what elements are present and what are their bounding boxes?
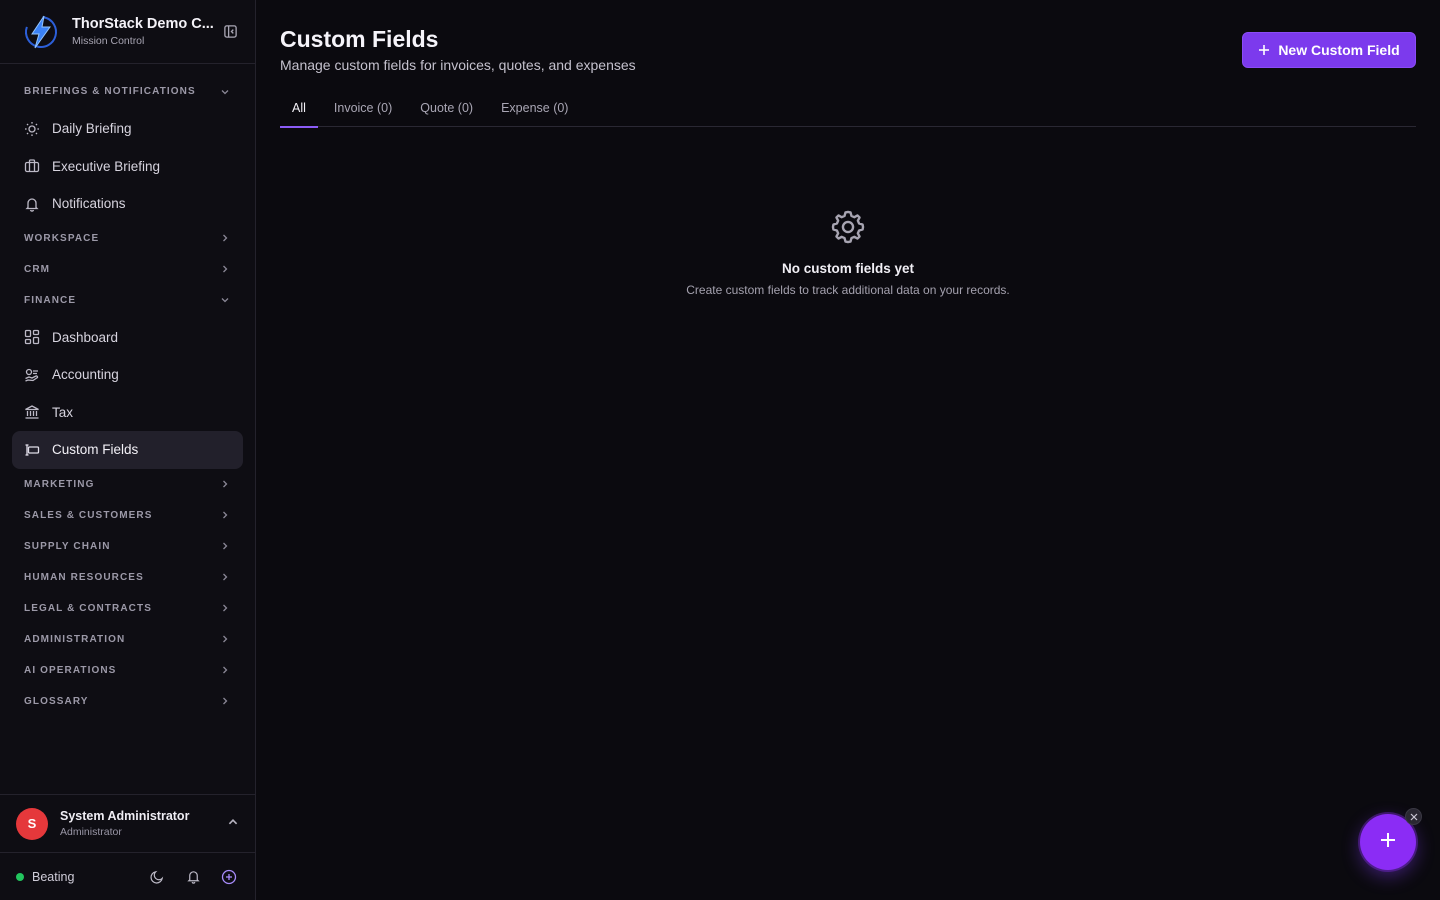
- sidebar-item-dashboard[interactable]: Dashboard: [12, 319, 243, 357]
- sidebar-item-executive-briefing[interactable]: Executive Briefing: [12, 148, 243, 186]
- sidebar-item-label: Custom Fields: [52, 442, 139, 458]
- tab-invoice[interactable]: Invoice (0): [322, 89, 404, 127]
- section-briefings[interactable]: BRIEFINGS & NOTIFICATIONS: [12, 76, 243, 107]
- tab-quote[interactable]: Quote (0): [408, 89, 485, 127]
- dashboard-icon: [24, 329, 40, 345]
- status-indicator: [16, 872, 24, 881]
- chevron-right-icon: [219, 509, 231, 521]
- section-sales-customers[interactable]: SALES & CUSTOMERS: [12, 500, 243, 531]
- sidebar-item-label: Dashboard: [52, 329, 119, 345]
- accounting-icon: [24, 367, 40, 383]
- user-menu[interactable]: S System Administrator Administrator: [0, 794, 255, 852]
- new-custom-field-label: New Custom Field: [1278, 42, 1400, 58]
- section-label: BRIEFINGS & NOTIFICATIONS: [24, 86, 196, 97]
- sidebar-item-label: Executive Briefing: [52, 158, 161, 174]
- sidebar-item-daily-briefing[interactable]: Daily Briefing: [12, 110, 243, 148]
- chevron-down-icon: [219, 294, 231, 306]
- sun-icon: [24, 121, 40, 137]
- collapse-sidebar-icon[interactable]: [221, 23, 239, 41]
- sidebar-item-label: Tax: [52, 404, 74, 420]
- section-label: LEGAL & CONTRACTS: [24, 602, 152, 614]
- sidebar-nav: BRIEFINGS & NOTIFICATIONS Daily Briefing…: [0, 64, 255, 900]
- section-label: SUPPLY CHAIN: [24, 540, 111, 552]
- gear-icon: [828, 207, 868, 247]
- sidebar-item-label: Accounting: [52, 367, 119, 383]
- new-custom-field-button[interactable]: New Custom Field: [1242, 32, 1416, 68]
- section-supply-chain[interactable]: SUPPLY CHAIN: [12, 531, 243, 562]
- tab-bar: All Invoice (0) Quote (0) Expense (0): [280, 89, 1416, 128]
- lightning-logo-icon: [22, 13, 60, 51]
- chevron-right-icon: [219, 602, 231, 614]
- page-title: Custom Fields: [280, 26, 439, 52]
- bell-icon[interactable]: [183, 867, 203, 887]
- chevron-up-icon[interactable]: [227, 815, 239, 833]
- chevron-right-icon: [219, 571, 231, 583]
- tab-expense[interactable]: Expense (0): [489, 89, 580, 127]
- chevron-right-icon: [219, 263, 231, 275]
- plus-circle-icon[interactable]: [219, 867, 239, 887]
- plus-icon: [1258, 44, 1270, 56]
- section-finance[interactable]: FINANCE: [12, 285, 243, 316]
- chevron-right-icon: [219, 633, 231, 645]
- plus-icon: [1378, 830, 1398, 855]
- sidebar-item-accounting[interactable]: Accounting: [12, 356, 243, 394]
- brand-header: ThorStack Demo C... Mission Control: [0, 0, 255, 64]
- avatar: S: [16, 807, 48, 840]
- close-icon[interactable]: [1405, 808, 1422, 825]
- empty-title: No custom fields yet: [781, 261, 915, 276]
- chevron-down-icon: [219, 86, 231, 98]
- sidebar-item-label: Notifications: [52, 196, 126, 212]
- workspace-name[interactable]: ThorStack Demo C...: [72, 16, 214, 32]
- section-legal-contracts[interactable]: LEGAL & CONTRACTS: [12, 593, 243, 624]
- chevron-right-icon: [219, 478, 231, 490]
- chevron-right-icon: [219, 232, 231, 244]
- chevron-right-icon: [219, 540, 231, 552]
- section-label: SALES & CUSTOMERS: [24, 509, 153, 521]
- workspace-subtitle: Mission Control: [72, 35, 145, 47]
- user-role: Administrator: [60, 826, 122, 838]
- custom-fields-icon: [24, 442, 40, 458]
- section-crm[interactable]: CRM: [12, 254, 243, 285]
- sidebar-item-notifications[interactable]: Notifications: [12, 185, 243, 223]
- page-subtitle: Manage custom fields for invoices, quote…: [280, 57, 636, 73]
- sidebar: ThorStack Demo C... Mission Control BRIE…: [0, 0, 256, 900]
- user-name: System Administrator: [60, 809, 190, 823]
- empty-state: No custom fields yet Create custom field…: [256, 207, 1440, 297]
- section-human-resources[interactable]: HUMAN RESOURCES: [12, 562, 243, 593]
- sidebar-footer: Beating: [0, 852, 255, 900]
- section-ai-operations[interactable]: AI OPERATIONS: [12, 655, 243, 686]
- section-label: MARKETING: [24, 478, 95, 490]
- moon-icon[interactable]: [147, 867, 167, 887]
- tab-all[interactable]: All: [280, 89, 318, 128]
- chevron-right-icon: [219, 664, 231, 676]
- section-label: HUMAN RESOURCES: [24, 571, 144, 583]
- section-workspace[interactable]: WORKSPACE: [12, 223, 243, 254]
- section-label: WORKSPACE: [24, 232, 100, 244]
- section-label: CRM: [24, 263, 51, 275]
- section-label: GLOSSARY: [24, 695, 89, 707]
- section-marketing[interactable]: MARKETING: [12, 469, 243, 500]
- bell-icon: [24, 196, 40, 212]
- section-label: FINANCE: [24, 294, 77, 306]
- bank-icon: [24, 404, 40, 420]
- sidebar-item-label: Daily Briefing: [52, 121, 132, 137]
- sidebar-item-tax[interactable]: Tax: [12, 394, 243, 432]
- section-label: AI OPERATIONS: [24, 664, 117, 676]
- section-label: ADMINISTRATION: [24, 633, 126, 645]
- chevron-right-icon: [219, 695, 231, 707]
- status-text: Beating: [32, 869, 75, 884]
- section-administration[interactable]: ADMINISTRATION: [12, 624, 243, 655]
- section-glossary[interactable]: GLOSSARY: [12, 686, 243, 717]
- empty-description: Create custom fields to track additional…: [686, 283, 1010, 297]
- sidebar-item-custom-fields[interactable]: Custom Fields: [12, 431, 243, 469]
- briefcase-icon: [24, 158, 40, 174]
- main-content: Custom Fields Manage custom fields for i…: [256, 0, 1440, 900]
